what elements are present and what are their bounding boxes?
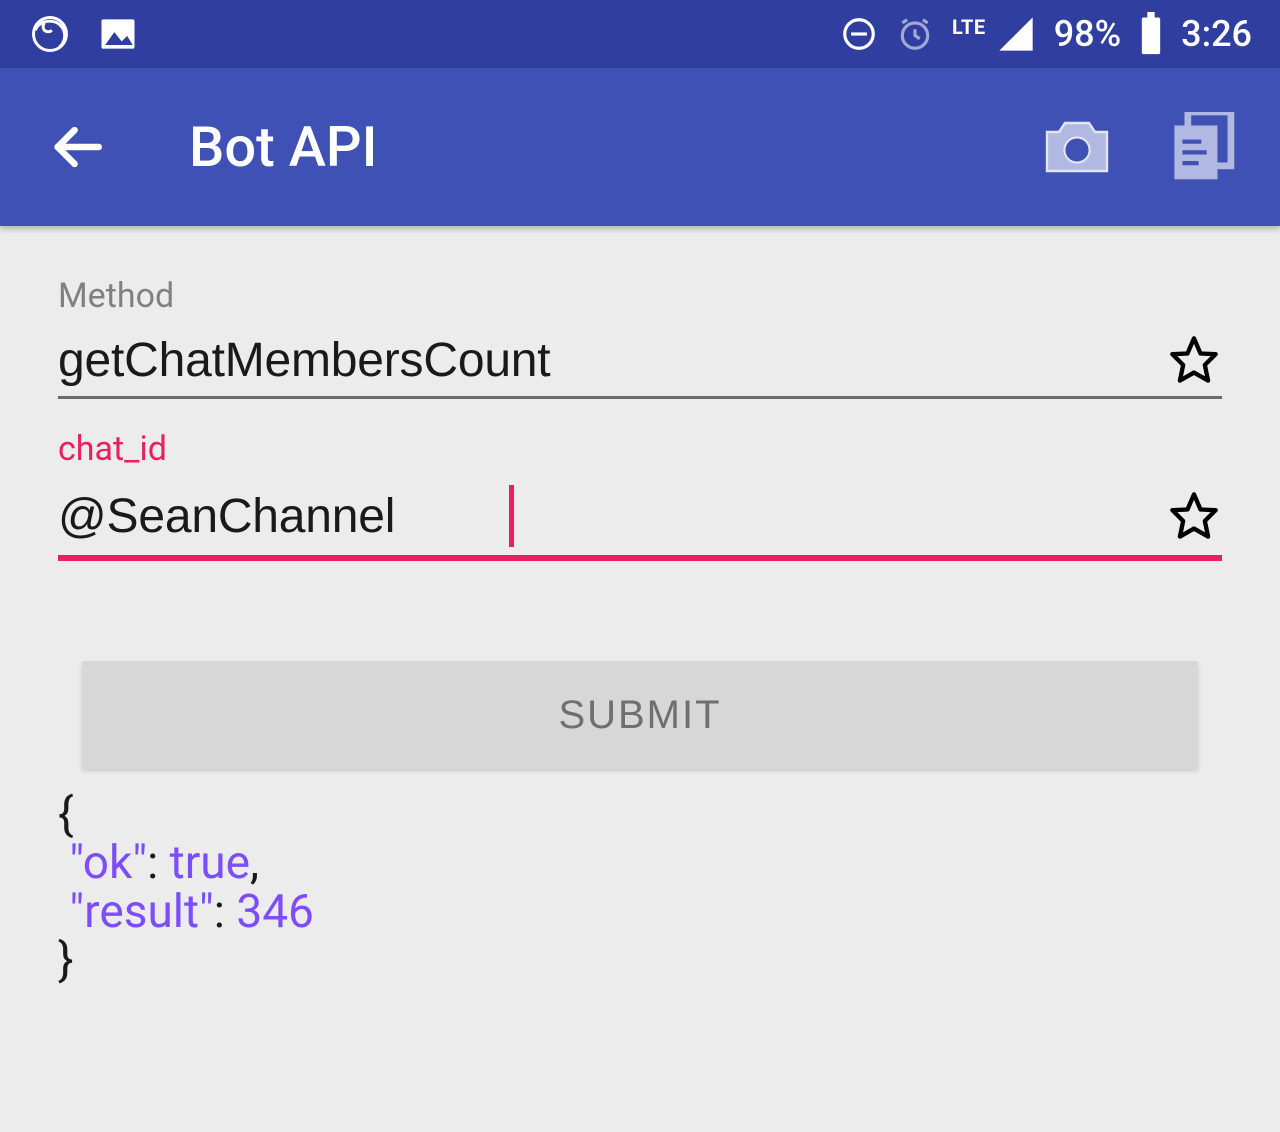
arrow-left-icon bbox=[48, 118, 106, 176]
method-favorite-button[interactable] bbox=[1166, 332, 1222, 388]
status-right-group: LTE 98% 3:26 bbox=[840, 12, 1252, 56]
status-left-group bbox=[28, 12, 140, 56]
back-button[interactable] bbox=[45, 115, 109, 179]
method-input-row bbox=[58, 332, 1222, 399]
star-icon bbox=[1168, 490, 1220, 542]
battery-percent: 98% bbox=[1054, 13, 1121, 55]
camera-icon bbox=[1041, 117, 1113, 177]
copy-icon bbox=[1173, 112, 1235, 182]
picture-icon bbox=[96, 12, 140, 56]
signal-icon bbox=[996, 14, 1036, 54]
copy-button[interactable] bbox=[1168, 111, 1240, 183]
json-brace-open: { bbox=[58, 788, 74, 842]
dnd-icon bbox=[840, 15, 878, 53]
json-key-result: "result" bbox=[69, 885, 213, 939]
network-type-label: LTE bbox=[952, 17, 986, 37]
battery-icon bbox=[1139, 12, 1163, 56]
star-icon bbox=[1168, 334, 1220, 386]
json-val-result: 346 bbox=[236, 885, 314, 939]
firefox-icon bbox=[28, 12, 72, 56]
status-bar: LTE 98% 3:26 bbox=[0, 0, 1280, 68]
alarm-icon bbox=[896, 15, 934, 53]
response-output: { "ok": true, "result": 346 } bbox=[58, 769, 1222, 984]
method-label: Method bbox=[58, 276, 1222, 316]
chat-id-input[interactable] bbox=[58, 489, 511, 544]
app-bar: Bot API bbox=[0, 68, 1280, 226]
method-field: Method bbox=[58, 276, 1222, 399]
content-area: Method chat_id SUBMIT { "ok": true, bbox=[0, 226, 1280, 984]
json-brace-close: } bbox=[58, 933, 74, 987]
chat-id-label: chat_id bbox=[58, 429, 1222, 469]
clock-time: 3:26 bbox=[1181, 13, 1252, 55]
chat-id-input-row bbox=[58, 485, 1222, 561]
chat-id-favorite-button[interactable] bbox=[1166, 488, 1222, 544]
chat-id-field: chat_id bbox=[58, 429, 1222, 561]
text-cursor bbox=[509, 485, 514, 547]
screenshot-button[interactable] bbox=[1041, 111, 1113, 183]
json-val-ok: true bbox=[170, 836, 250, 890]
submit-button[interactable]: SUBMIT bbox=[82, 661, 1198, 769]
method-input[interactable] bbox=[58, 333, 1152, 388]
json-key-ok: "ok" bbox=[69, 836, 147, 890]
page-title: Bot API bbox=[189, 114, 1041, 180]
